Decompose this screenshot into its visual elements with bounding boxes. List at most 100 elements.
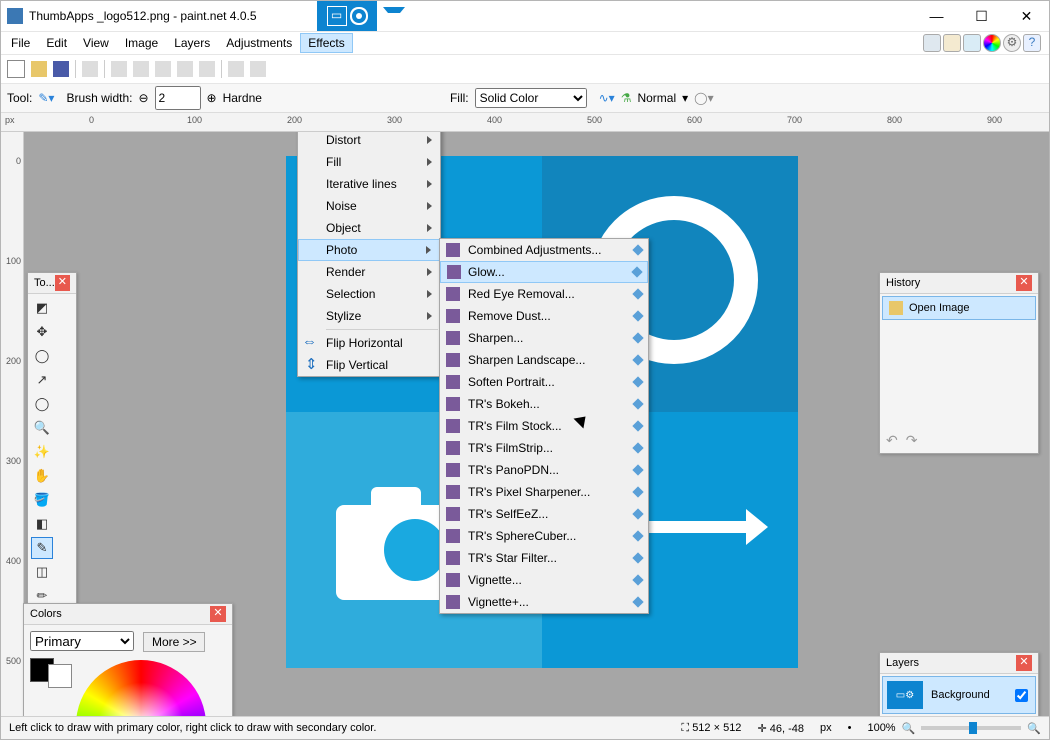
layers-close-icon[interactable]: ✕: [1016, 655, 1032, 671]
tool-move[interactable]: ✥: [31, 321, 53, 343]
photo-item-remove-dust[interactable]: Remove Dust...: [440, 305, 648, 327]
effects-item-selection[interactable]: Selection: [298, 283, 440, 305]
photo-item-tr-s-selfeez[interactable]: TR's SelfEeZ...: [440, 503, 648, 525]
tab-list-dropdown[interactable]: [383, 7, 405, 25]
history-close-icon[interactable]: ✕: [1016, 275, 1032, 291]
effects-item-noise[interactable]: Noise: [298, 195, 440, 217]
layer-thumb-icon: ▭⚙: [887, 681, 923, 709]
tool-move-sel[interactable]: ↗: [31, 369, 53, 391]
photo-item-tr-s-panopdn[interactable]: TR's PanoPDN...: [440, 459, 648, 481]
blend-icon[interactable]: ⚗: [621, 91, 632, 105]
new-icon[interactable]: [7, 60, 25, 78]
blend-drop-icon[interactable]: ▾: [682, 91, 688, 105]
photo-item-vignette[interactable]: Vignette...: [440, 569, 648, 591]
effects-item-flip-horizontal[interactable]: Flip Horizontal: [298, 332, 440, 354]
colors-more-button[interactable]: More >>: [143, 632, 205, 652]
copy-icon[interactable]: [133, 61, 149, 77]
photo-item-tr-s-spherecuber[interactable]: TR's SphereCuber...: [440, 525, 648, 547]
tool-lasso[interactable]: ◯: [31, 345, 53, 367]
open-icon[interactable]: [31, 61, 47, 77]
blend-mode[interactable]: Normal: [637, 91, 676, 105]
effects-item-render[interactable]: Render: [298, 261, 440, 283]
photo-item-vignette[interactable]: Vignette+...: [440, 591, 648, 613]
photo-item-tr-s-star-filter[interactable]: TR's Star Filter...: [440, 547, 648, 569]
tool-brush[interactable]: ✎: [31, 537, 53, 559]
maximize-button[interactable]: ☐: [959, 2, 1004, 31]
photo-item-tr-s-film-stock[interactable]: TR's Film Stock...: [440, 415, 648, 437]
document-tab[interactable]: ▭: [317, 1, 377, 31]
undo-icon[interactable]: [228, 61, 244, 77]
brush-inc-icon[interactable]: ⊕: [207, 91, 217, 105]
settings-icon[interactable]: ⚙: [1003, 34, 1021, 52]
fill-label: Fill:: [450, 91, 469, 105]
effects-item-flip-vertical[interactable]: Flip Vertical: [298, 354, 440, 376]
layer-visible-checkbox[interactable]: [1015, 689, 1028, 702]
zoom-slider[interactable]: [921, 726, 1021, 730]
brush-dec-icon[interactable]: ⊖: [138, 91, 148, 105]
tool-pan[interactable]: ✋: [31, 465, 53, 487]
effects-item-object[interactable]: Object: [298, 217, 440, 239]
cut-icon[interactable]: [111, 61, 127, 77]
fill-select[interactable]: Solid Color: [475, 88, 587, 108]
zoom-in-icon[interactable]: 🔍: [1027, 722, 1041, 735]
photo-item-red-eye-removal[interactable]: Red Eye Removal...: [440, 283, 648, 305]
zoom-out-icon[interactable]: 🔍: [902, 722, 916, 735]
photo-item-tr-s-bokeh[interactable]: TR's Bokeh...: [440, 393, 648, 415]
history-item[interactable]: Open Image: [882, 296, 1036, 320]
brush-width-input[interactable]: [155, 86, 201, 110]
tool-rect-select[interactable]: ◩: [31, 297, 53, 319]
effects-item-stylize[interactable]: Stylize: [298, 305, 440, 327]
antialias-icon[interactable]: ∿▾: [599, 91, 615, 105]
effects-item-photo[interactable]: Photo: [298, 239, 440, 261]
photo-item-sharpen-landscape[interactable]: Sharpen Landscape...: [440, 349, 648, 371]
photo-item-tr-s-pixel-sharpener[interactable]: TR's Pixel Sharpener...: [440, 481, 648, 503]
save-icon[interactable]: [53, 61, 69, 77]
tool-fill[interactable]: 🪣: [31, 489, 53, 511]
zoom-value: 100%: [867, 722, 895, 734]
colors-close-icon[interactable]: ✕: [210, 606, 226, 622]
tool-ellipse-select[interactable]: ◯: [31, 393, 53, 415]
history-undo-icon[interactable]: ↶: [886, 432, 898, 449]
photo-item-sharpen[interactable]: Sharpen...: [440, 327, 648, 349]
tool-gradient[interactable]: ◧: [31, 513, 53, 535]
color-primary-select[interactable]: Primary: [30, 631, 134, 651]
layer-item[interactable]: ▭⚙ Background: [882, 676, 1036, 714]
menu-layers[interactable]: Layers: [166, 33, 218, 53]
photo-item-combined-adjustments[interactable]: Combined Adjustments...: [440, 239, 648, 261]
photo-item-tr-s-filmstrip[interactable]: TR's FilmStrip...: [440, 437, 648, 459]
util-history-icon[interactable]: [943, 34, 961, 52]
photo-item-glow[interactable]: Glow...: [440, 261, 648, 283]
util-colors-icon[interactable]: [983, 34, 1001, 52]
effects-menu: ArtisticBlursColorDistortFillIterative l…: [297, 132, 441, 377]
tool-wand[interactable]: ✨: [31, 441, 53, 463]
tool-zoom[interactable]: 🔍: [31, 417, 53, 439]
redo-icon[interactable]: [250, 61, 266, 77]
history-redo-icon[interactable]: ↷: [906, 432, 918, 449]
alpha-icon[interactable]: ◯▾: [694, 91, 713, 105]
deselect-icon[interactable]: [199, 61, 215, 77]
secondary-swatch[interactable]: [48, 664, 72, 688]
status-unit[interactable]: px: [820, 722, 832, 734]
menu-view[interactable]: View: [75, 33, 117, 53]
effects-item-distort[interactable]: Distort: [298, 132, 440, 151]
open-image-icon: [889, 301, 903, 315]
close-button[interactable]: ✕: [1004, 2, 1049, 31]
menu-edit[interactable]: Edit: [38, 33, 75, 53]
active-tool-icon[interactable]: ✎▾: [38, 91, 54, 105]
menu-effects[interactable]: Effects: [300, 33, 352, 53]
help-icon[interactable]: ?: [1023, 34, 1041, 52]
effects-item-iterative-lines[interactable]: Iterative lines: [298, 173, 440, 195]
photo-item-soften-portrait[interactable]: Soften Portrait...: [440, 371, 648, 393]
crop-icon[interactable]: [177, 61, 193, 77]
print-icon[interactable]: [82, 61, 98, 77]
tool-eraser[interactable]: ◫: [31, 561, 53, 583]
paste-icon[interactable]: [155, 61, 171, 77]
effects-item-fill[interactable]: Fill: [298, 151, 440, 173]
util-layers-icon[interactable]: [963, 34, 981, 52]
minimize-button[interactable]: —: [914, 2, 959, 31]
menu-image[interactable]: Image: [117, 33, 166, 53]
util-tools-icon[interactable]: [923, 34, 941, 52]
menu-adjustments[interactable]: Adjustments: [218, 33, 300, 53]
menu-file[interactable]: File: [3, 33, 38, 53]
tools-close-icon[interactable]: ✕: [55, 275, 70, 291]
